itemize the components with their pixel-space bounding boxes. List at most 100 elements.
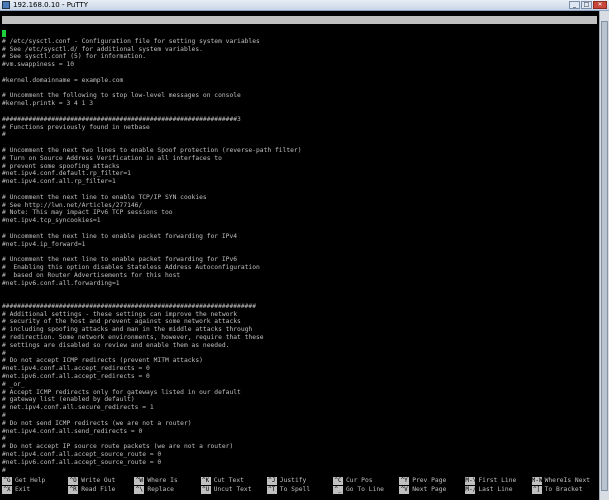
file-line: # Do not accept ICMP redirects (prevent …	[2, 357, 597, 365]
shortcut-label: Go To Line	[346, 486, 384, 493]
file-line	[2, 108, 597, 116]
file-line-text: #net.ipv4.conf.default.rp_filter=1	[2, 170, 131, 178]
shortcut-group: M-W WhereIs Next ^] To Bracket	[531, 477, 598, 495]
file-line-text: # settings are disabled so review and en…	[2, 341, 230, 349]
file-line: #kernel.printk = 3 4 1 3	[2, 100, 597, 108]
file-line: ########################################…	[2, 116, 597, 124]
file-line: ########################################…	[2, 303, 597, 311]
file-line	[2, 248, 597, 256]
file-line-text: # See sysctl.conf (5) for information.	[2, 53, 147, 61]
file-line: # security of the host and prevent again…	[2, 318, 597, 326]
shortcut-label: To Spell	[279, 486, 311, 493]
shortcut-label: Replace	[147, 486, 174, 493]
file-line: # /etc/sysctl.conf - Configuration file …	[2, 38, 597, 46]
shortcut-key: M-\	[465, 477, 477, 485]
nano-header-bar: GNU nano 2.7.4 File: /etc/sysctl.conf	[2, 16, 597, 39]
file-line: #	[2, 131, 597, 139]
minimize-icon[interactable]: _	[569, 1, 580, 9]
file-line: # Uncomment the next line to enable pack…	[2, 233, 597, 241]
shortcut-bar: ^G Get Help ^X Exit ^O Write Out ^R Read File ^W…	[2, 477, 597, 495]
shortcut-key: ^J	[266, 477, 277, 485]
file-line: # Functions previously found in netbase	[2, 124, 597, 132]
file-line: # Enabling this option disables Stateles…	[2, 264, 597, 272]
file-line: # gateway list (enabled by default)	[2, 396, 597, 404]
file-line: # Accept ICMP redirects only for gateway…	[2, 389, 597, 397]
file-line: # Do not accept IP source route packets …	[2, 443, 597, 451]
file-line-text: #net.ipv6.conf.all.forwarding=1	[2, 279, 120, 287]
file-content[interactable]: # /etc/sysctl.conf - Configuration file …	[2, 30, 597, 474]
file-line: #kernel.domainname = example.com	[2, 77, 597, 85]
terminal-area[interactable]: GNU nano 2.7.4 File: /etc/sysctl.conf # …	[0, 11, 599, 500]
text-cursor	[2, 30, 6, 37]
shortcut-group: ^G Get Help ^X Exit	[2, 477, 68, 495]
file-line: # Do not send ICMP redirects (we are not…	[2, 420, 597, 428]
file-line: # _or_	[2, 381, 597, 389]
shortcut-group: M-\ First Line M-/Last Line	[465, 477, 531, 495]
file-line: #net.ipv4.conf.all.send_redirects = 0	[2, 428, 597, 436]
file-line-text: # Functions previously found in netbase	[2, 123, 150, 131]
file-line: #net.ipv6.conf.all.accept_source_route =…	[2, 459, 597, 467]
shortcut-key: ^O	[68, 477, 79, 485]
shortcut-label: Prev Page	[412, 477, 447, 484]
file-line-text: #kernel.printk = 3 4 1 3	[2, 100, 93, 108]
file-line: # See http://lwn.net/Articles/277146/	[2, 202, 597, 210]
shortcut-label: To Bracket	[544, 486, 583, 493]
title-bar[interactable]: 192.168.0.10 - PuTTY _ □ ✕	[0, 0, 609, 11]
shortcut-label: Where Is	[147, 477, 178, 484]
close-icon[interactable]: ✕	[593, 1, 607, 9]
file-line	[2, 186, 597, 194]
file-line-text: # Turn on Source Address Verification in…	[2, 154, 222, 162]
shortcut-key: ^Y	[399, 477, 410, 485]
shortcut-label: Write Out	[81, 477, 116, 484]
shortcut-label: Read File	[81, 486, 116, 493]
shortcut-key: M-/	[465, 486, 477, 494]
file-line-text: #	[2, 412, 6, 420]
putty-window: 192.168.0.10 - PuTTY _ □ ✕ GNU nano 2.7.…	[0, 0, 609, 500]
maximize-icon[interactable]: □	[581, 1, 592, 9]
shortcut-label: First Line	[478, 477, 517, 484]
shortcut-key: ^G	[2, 477, 12, 485]
file-line-text: #net.ipv6.conf.all.accept_redirects = 0	[2, 373, 150, 381]
file-line: #net.ipv4.conf.all.accept_redirects = 0	[2, 365, 597, 373]
file-line: # settings are disabled so review and en…	[2, 342, 597, 350]
shortcut-label: Cut Text	[213, 477, 244, 484]
file-line: # based on Router Advertisements for thi…	[2, 272, 597, 280]
file-line-text: # /etc/sysctl.conf - Configuration file …	[2, 37, 260, 45]
file-line: #	[2, 467, 597, 475]
file-line: # Uncomment the next line to enable pack…	[2, 256, 597, 264]
shortcut-key: ^U	[200, 486, 211, 494]
file-line-text: #	[2, 131, 6, 139]
file-line-text: #net.ipv4.ip_forward=1	[2, 240, 86, 248]
scrollbar[interactable]	[599, 11, 609, 500]
shortcut-label: Cur Pos	[346, 477, 373, 484]
file-line: # including spoofing attacks and man in …	[2, 326, 597, 334]
file-line: #vm.swappiness = 10	[2, 61, 597, 69]
shortcut-group: ^O Write Out ^R Read File	[68, 477, 134, 495]
file-line-text: # Do not accept ICMP redirects (prevent …	[2, 357, 203, 365]
shortcut-key: ^\	[134, 486, 145, 494]
shortcut-key: ^W	[134, 477, 145, 485]
file-line: #net.ipv6.conf.all.accept_redirects = 0	[2, 373, 597, 381]
shortcut-key: ^C	[333, 477, 343, 485]
file-line: # Uncomment the following to stop low-le…	[2, 92, 597, 100]
file-line: # redirection. Some network environments…	[2, 334, 597, 342]
file-line-text: #net.ipv4.conf.all.rp_filter=1	[2, 178, 116, 186]
file-line-text: # Uncomment the next line to enable TCP/…	[2, 193, 207, 201]
file-line-text: #net.ipv4.conf.all.accept_redirects = 0	[2, 365, 150, 373]
file-line-text: # Note: This may impact IPv6 TCP session…	[2, 209, 173, 217]
shortcut-label: Next Page	[412, 486, 447, 493]
file-line: # net.ipv4.conf.all.secure_redirects = 1	[2, 404, 597, 412]
file-line: #net.ipv4.ip_forward=1	[2, 241, 597, 249]
shortcut-key: ^X	[2, 486, 12, 494]
file-line: #	[2, 350, 597, 358]
putty-icon[interactable]	[2, 1, 10, 9]
file-line-text: # redirection. Some network environments…	[2, 334, 264, 342]
shortcut-group: ^J Justify ^T To Spell	[266, 477, 333, 495]
shortcut-label: WhereIs Next	[544, 477, 591, 484]
file-line: # See /etc/sysctl.d/ for additional syst…	[2, 46, 597, 54]
scrollbar-thumb[interactable]	[601, 21, 608, 491]
shortcut-key: ^K	[200, 477, 211, 485]
file-line: # Note: This may impact IPv6 TCP session…	[2, 209, 597, 217]
file-line-text: # Accept ICMP redirects only for gateway…	[2, 388, 241, 396]
shortcut-key: ^]	[531, 486, 542, 494]
